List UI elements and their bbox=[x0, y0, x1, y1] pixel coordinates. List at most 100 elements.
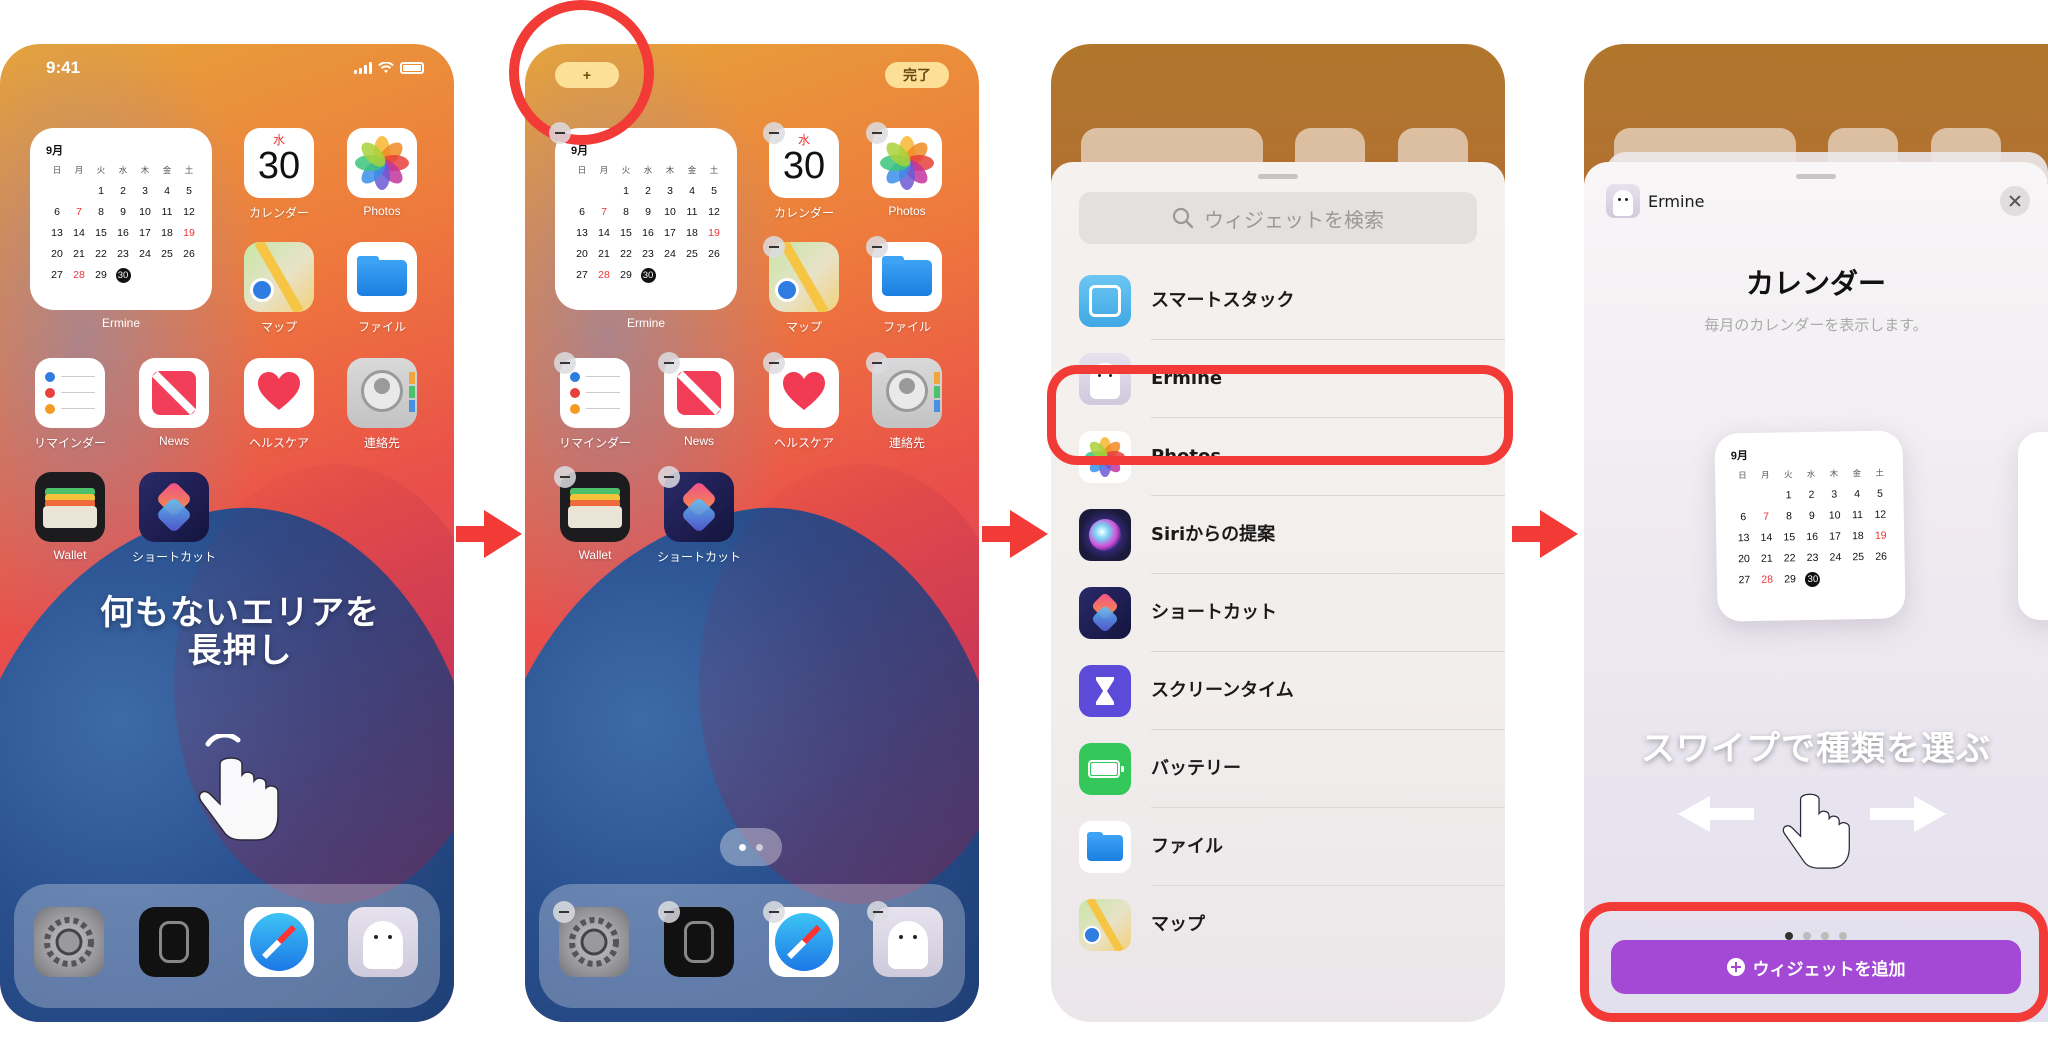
settings-icon[interactable] bbox=[553, 901, 629, 977]
arrow-right-icon bbox=[1512, 510, 1578, 558]
widget-row-screen-time[interactable]: スクリーンタイム bbox=[1079, 652, 1505, 730]
highlight-box bbox=[1580, 902, 2048, 1022]
app-health[interactable]: ヘルスケア bbox=[763, 352, 839, 451]
calendar-day: 5 bbox=[186, 185, 192, 197]
calendar-day: 10 bbox=[664, 206, 676, 218]
widget-month: 9月 bbox=[46, 145, 64, 157]
weekday-header: 金 bbox=[162, 165, 172, 175]
app-health[interactable]: ヘルスケア bbox=[244, 358, 314, 451]
calendar-day bbox=[1754, 490, 1777, 502]
ermine-app-icon[interactable] bbox=[867, 901, 943, 977]
calendar-day: 6 bbox=[579, 206, 585, 218]
app-reminders[interactable]: リマインダー bbox=[34, 358, 106, 451]
app-label: マップ bbox=[260, 320, 297, 334]
calendar-day: 4 bbox=[164, 185, 170, 197]
ermine-app-icon[interactable] bbox=[348, 907, 418, 977]
instruction-long-press: 何もないエリアを 長押し bbox=[40, 594, 440, 670]
widget-row-shortcuts[interactable]: ショートカット bbox=[1079, 574, 1505, 652]
app-photos[interactable]: Photos bbox=[347, 128, 417, 218]
app-maps[interactable]: マップ bbox=[763, 236, 839, 335]
widget-search-field[interactable]: ウィジェットを検索 bbox=[1079, 192, 1477, 244]
weekday-header: 水 bbox=[118, 165, 128, 175]
calendar-day: 14 bbox=[598, 227, 610, 239]
app-calendar[interactable]: 水 30 カレンダー bbox=[244, 128, 314, 221]
app-shortcuts[interactable]: ショートカット bbox=[657, 466, 741, 565]
weekday-header: 土 bbox=[1875, 467, 1884, 478]
close-icon[interactable] bbox=[2000, 186, 2030, 216]
calendar-widget[interactable]: 9月 日月火水木金土 1 2 3 4 5 6 7 8 9 10 11 12 13 14 15 16 17 18 19 2… bbox=[549, 122, 737, 310]
widget-row-files[interactable]: ファイル bbox=[1079, 808, 1505, 886]
remove-icon[interactable] bbox=[763, 901, 785, 923]
remove-icon[interactable] bbox=[658, 352, 680, 374]
calendar-day: 20 bbox=[1738, 553, 1750, 566]
remove-icon[interactable] bbox=[866, 236, 888, 258]
remove-icon[interactable] bbox=[866, 352, 888, 374]
watch-app-icon[interactable] bbox=[658, 901, 734, 977]
files-icon bbox=[347, 242, 417, 312]
calendar-day: 19 bbox=[183, 227, 195, 239]
calendar-widget[interactable]: 9月 日月火水木金土 1 2 3 4 5 6 7 8 9 10 11 12 13 14 15 16 17 18 19 2… bbox=[30, 128, 212, 310]
remove-icon[interactable] bbox=[658, 901, 680, 923]
app-news[interactable]: News bbox=[139, 358, 209, 448]
calendar-day: 30 bbox=[112, 268, 134, 283]
watch-app-icon[interactable] bbox=[139, 907, 209, 977]
widget-preview[interactable]: 9月 日月火水木金土 1 2 3 4 5 6 7 8 9 10 11 12 13 14 15 16 17 18 19 2… bbox=[1714, 430, 1906, 622]
app-wallet[interactable]: Wallet bbox=[554, 466, 630, 562]
widget-gallery: ウィジェットを検索 スマートスタック Ermine Photos Siriからの… bbox=[1051, 44, 1505, 1022]
remove-icon[interactable] bbox=[763, 352, 785, 374]
sheet-grabber[interactable] bbox=[1258, 174, 1298, 179]
app-contacts[interactable]: 連絡先 bbox=[347, 358, 417, 451]
calendar-day: 27 bbox=[51, 269, 63, 281]
calendar-day: 1 bbox=[1785, 489, 1792, 502]
calendar-day: 1 bbox=[98, 185, 104, 197]
remove-icon[interactable] bbox=[658, 466, 680, 488]
calendar-day: 28 bbox=[1761, 573, 1774, 586]
signal-icon bbox=[354, 62, 372, 74]
calendar-day bbox=[681, 269, 703, 283]
app-maps[interactable]: マップ bbox=[244, 242, 314, 335]
remove-icon[interactable] bbox=[553, 901, 575, 923]
app-label: ショートカット bbox=[131, 550, 216, 564]
calendar-day: 22 bbox=[95, 248, 107, 260]
safari-icon[interactable] bbox=[244, 907, 314, 977]
safari-icon[interactable] bbox=[763, 901, 839, 977]
widget-row-label: スマートスタック bbox=[1151, 262, 1505, 340]
widget-row-siri[interactable]: Siriからの提案 bbox=[1079, 496, 1505, 574]
app-reminders[interactable]: リマインダー bbox=[554, 352, 631, 451]
app-news[interactable]: News bbox=[658, 352, 734, 448]
remove-icon[interactable] bbox=[763, 236, 785, 258]
sheet-grabber[interactable] bbox=[1796, 174, 1836, 179]
calendar-day: 27 bbox=[1738, 574, 1751, 587]
calendar-day: 29 bbox=[620, 269, 632, 281]
app-files[interactable]: ファイル bbox=[866, 236, 942, 335]
remove-icon[interactable] bbox=[866, 122, 888, 144]
app-contacts[interactable]: 連絡先 bbox=[866, 352, 942, 451]
remove-icon[interactable] bbox=[554, 352, 576, 374]
app-photos[interactable]: Photos bbox=[866, 122, 942, 218]
calendar-day: 5 bbox=[711, 185, 717, 197]
remove-icon[interactable] bbox=[763, 122, 785, 144]
next-widget-preview[interactable] bbox=[2018, 432, 2048, 620]
widget-sheet: ウィジェットを検索 スマートスタック Ermine Photos Siriからの… bbox=[1051, 162, 1505, 1022]
weekday-header: 水 bbox=[643, 165, 653, 175]
remove-icon[interactable] bbox=[867, 901, 889, 923]
calendar-day bbox=[156, 269, 178, 283]
settings-icon[interactable] bbox=[34, 907, 104, 977]
remove-icon[interactable] bbox=[549, 122, 571, 144]
done-button[interactable]: 完了 bbox=[885, 62, 949, 88]
widget-row-battery[interactable]: バッテリー bbox=[1079, 730, 1505, 808]
widget-row-maps[interactable]: マップ bbox=[1079, 886, 1505, 964]
calendar-day: 25 bbox=[161, 248, 173, 260]
widget-row-smart-stack[interactable]: スマートスタック bbox=[1079, 262, 1505, 340]
app-label: ファイル bbox=[357, 320, 406, 334]
remove-icon[interactable] bbox=[554, 466, 576, 488]
calendar-day: 3 bbox=[1831, 488, 1838, 501]
app-shortcuts[interactable]: ショートカット bbox=[132, 472, 216, 565]
calendar-day: 11 bbox=[686, 206, 698, 218]
app-wallet[interactable]: Wallet bbox=[35, 472, 105, 562]
swipe-hand-icon bbox=[1782, 793, 1850, 869]
page-indicator[interactable] bbox=[720, 828, 782, 866]
calendar-day bbox=[1824, 572, 1847, 586]
app-files[interactable]: ファイル bbox=[347, 242, 417, 335]
app-calendar[interactable]: 水 30 カレンダー bbox=[763, 122, 839, 221]
